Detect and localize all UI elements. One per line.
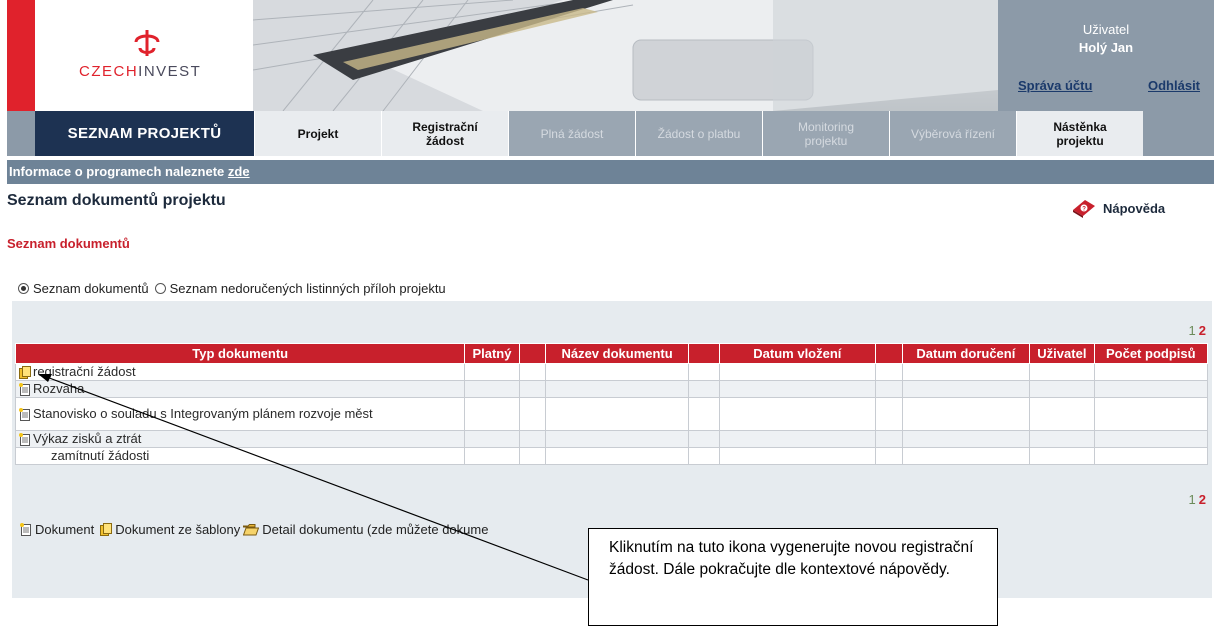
legend-template-document: Dokument ze šablony <box>115 522 241 537</box>
radio-undelivered-attachments[interactable] <box>154 283 166 294</box>
tab-registracni-zadost[interactable]: Registrační žádost <box>381 111 508 156</box>
pager-bottom: 12 <box>1189 492 1206 507</box>
brand-stripe <box>7 0 35 111</box>
open-folder-icon <box>243 524 260 536</box>
logo-mark-icon <box>134 30 160 56</box>
legend-document: Dokument <box>35 522 95 537</box>
table-cell: zamítnutí žádosti <box>14 447 466 465</box>
info-link[interactable]: zde <box>228 164 250 179</box>
user-panel: Uživatel Holý Jan Správa účtu Odhlásit <box>998 0 1214 111</box>
radio-document-list[interactable] <box>18 283 29 294</box>
icon-legend: Dokument Dokument ze šablony Detail doku… <box>20 522 488 537</box>
new-document-icon <box>20 523 31 536</box>
pager-top: 12 <box>1189 323 1206 338</box>
table-cell: Stanovisko o souladu s Integrovaným plán… <box>14 397 466 431</box>
document-type-label: Výkaz zisků a ztrát <box>33 430 142 446</box>
new-document-icon[interactable] <box>19 407 31 421</box>
document-filter: Seznam dokumentů Seznam nedoručených lis… <box>18 281 446 296</box>
page-2-link[interactable]: 2 <box>1199 492 1206 507</box>
document-type-label: Rozvaha <box>33 380 85 396</box>
col-valid[interactable]: Platný <box>464 343 520 364</box>
account-settings-link[interactable]: Správa účtu <box>1018 78 1092 93</box>
table-row: registrační žádost <box>14 363 1209 381</box>
page-1-link[interactable]: 1 <box>1189 323 1196 338</box>
info-bar: Informace o programech naleznete zde <box>7 160 1214 184</box>
user-label: Uživatel <box>1082 22 1130 37</box>
col-date-delivered[interactable]: Datum doručení <box>901 343 1031 364</box>
tab-monitoring-projektu: Monitoring projektu <box>762 111 889 156</box>
table-cell: Rozvaha <box>14 380 466 398</box>
main-navigation: SEZNAM PROJEKTŮ Projekt Registrační žádo… <box>7 111 1214 156</box>
laptop-keyboard-image <box>253 0 998 111</box>
col-date-inserted[interactable]: Datum vložení <box>718 343 876 364</box>
tab-nastenka-projektu[interactable]: Nástěnka projektu <box>1016 111 1143 156</box>
tab-zadost-o-platbu: Žádost o platbu <box>635 111 762 156</box>
table-row: Rozvaha <box>14 380 1209 398</box>
table-header-row: Typ dokumentu Platný Název dokumentu Dat… <box>14 343 1209 364</box>
tab-vyberova-rizeni: Výběrová řízení <box>889 111 1016 156</box>
template-document-icon <box>100 523 113 536</box>
template-document-icon[interactable] <box>19 366 31 380</box>
nav-project-list[interactable]: SEZNAM PROJEKTŮ <box>35 111 254 156</box>
section-title: Seznam dokumentů <box>7 236 130 251</box>
czechinvest-logo: CZECHINVEST <box>35 0 253 111</box>
col-user[interactable]: Uživatel <box>1029 343 1095 364</box>
logo-text: CZECHINVEST <box>79 63 202 80</box>
col-spacer <box>874 343 903 364</box>
logout-link[interactable]: Odhlásit <box>1148 78 1200 93</box>
table-row: Výkaz zisků a ztrát <box>14 430 1209 448</box>
new-document-icon[interactable] <box>19 433 31 447</box>
col-spacer <box>688 343 720 364</box>
tab-projekt[interactable]: Projekt <box>254 111 381 156</box>
page-1-link[interactable]: 1 <box>1189 492 1196 507</box>
page-title: Seznam dokumentů projektu <box>7 192 226 209</box>
document-type-label: Stanovisko o souladu s Integrovaným plán… <box>33 406 373 421</box>
tab-plna-zadost: Plná žádost <box>508 111 635 156</box>
table-row: Stanovisko o souladu s Integrovaným plán… <box>14 397 1209 431</box>
documents-table: Typ dokumentu Platný Název dokumentu Dat… <box>14 343 1209 465</box>
radio-undelivered-attachments-label: Seznam nedoručených listinných příloh pr… <box>169 281 446 296</box>
table-row: zamítnutí žádosti <box>14 447 1209 465</box>
table-cell: registrační žádost <box>14 363 466 381</box>
document-type-label: registrační žádost <box>33 363 136 379</box>
legend-document-detail: Detail dokumentu (zde můžete dokume <box>262 522 489 537</box>
info-text: Informace o programech naleznete <box>9 164 228 179</box>
radio-document-list-label: Seznam dokumentů <box>33 281 149 296</box>
col-signature-count[interactable]: Počet podpisů <box>1093 343 1209 364</box>
header-banner-image <box>253 0 998 111</box>
col-document-type[interactable]: Typ dokumentu <box>14 343 466 364</box>
table-cell: Výkaz zisků a ztrát <box>14 430 466 448</box>
svg-text:?: ? <box>1082 207 1086 213</box>
col-document-name[interactable]: Název dokumentu <box>545 343 690 364</box>
help-label: Nápověda <box>1103 200 1166 216</box>
help-button[interactable]: ? Nápověda <box>1071 198 1165 218</box>
new-document-icon[interactable] <box>19 383 31 397</box>
col-spacer <box>518 343 547 364</box>
annotation-callout: Kliknutím na tuto ikona vygenerujte novo… <box>588 528 998 626</box>
page-2-link[interactable]: 2 <box>1199 323 1206 338</box>
document-type-label: zamítnutí žádosti <box>51 448 150 463</box>
user-name: Holý Jan <box>1078 40 1134 55</box>
help-book-icon: ? <box>1073 200 1095 218</box>
